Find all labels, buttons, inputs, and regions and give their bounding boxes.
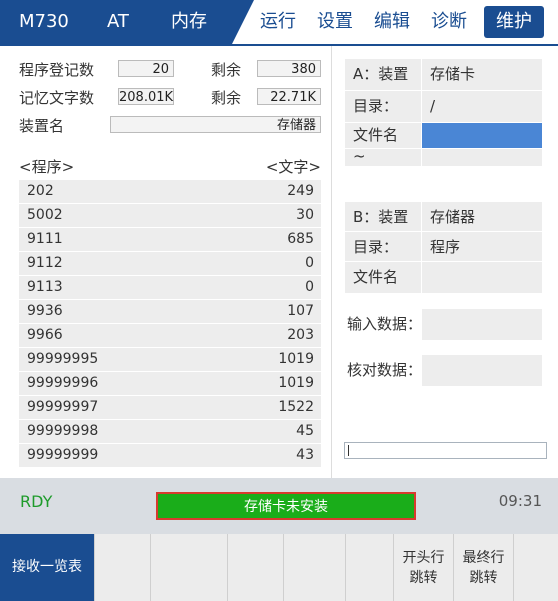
- panel-a-dir-value[interactable]: /: [422, 91, 542, 122]
- program-number: 99999995: [27, 351, 99, 367]
- menu-settings[interactable]: 设置: [317, 0, 353, 44]
- program-char-count: 43: [296, 447, 314, 463]
- program-list: 202 249 5002 30 9111 685 9112 0 9113 0 9936 107 9966…: [19, 180, 321, 468]
- softkey-jump-end[interactable]: 最终行 跳转: [454, 534, 514, 601]
- char-count-value: 208.01K: [118, 88, 174, 105]
- softkey-empty-2[interactable]: [151, 534, 228, 601]
- command-input[interactable]: [344, 442, 547, 459]
- panel-b-dir-value[interactable]: 程序: [422, 232, 542, 261]
- softkey-jump-head-line2: 跳转: [409, 570, 438, 586]
- program-char-count: 1522: [278, 399, 314, 415]
- mode-indicator: AT: [107, 11, 129, 32]
- char-remain-value: 22.71K: [257, 88, 321, 105]
- program-number: 99999997: [27, 399, 99, 415]
- program-number: 9112: [27, 255, 63, 271]
- panel-a-file-value-end[interactable]: [422, 149, 542, 166]
- prog-count-label: 程序登记数: [19, 61, 95, 79]
- program-char-count: 0: [305, 279, 314, 295]
- menu-edit[interactable]: 编辑: [374, 0, 410, 44]
- softkey-empty-1[interactable]: [95, 534, 151, 601]
- char-remain-label: 剩余: [211, 89, 242, 107]
- menu-maintenance[interactable]: 维护: [484, 6, 544, 38]
- softkey-bar: 接收一览表 开头行 跳转 最终行 跳转: [0, 534, 558, 601]
- main-content: 程序登记数 20 剩余 380 记忆文字数 208.01K 剩余 22.71K …: [0, 46, 558, 478]
- program-char-count: 107: [287, 303, 314, 319]
- program-row[interactable]: 99999999 43: [19, 444, 321, 467]
- program-number: 9966: [27, 327, 63, 343]
- menu-run[interactable]: 运行: [260, 0, 296, 44]
- program-row[interactable]: 9112 0: [19, 252, 321, 275]
- program-char-count: 30: [296, 207, 314, 223]
- cnc-screen: M730 AT 内存 运行 设置 编辑 诊断 维护 程序登记数 20 剩余 38…: [0, 0, 558, 601]
- program-char-count: 685: [287, 231, 314, 247]
- panel-a-file-label: 文件名: [345, 123, 421, 148]
- col-program: <程序>: [19, 158, 75, 176]
- panel-a-device-label: A：装置: [345, 59, 421, 90]
- program-number: 5002: [27, 207, 63, 223]
- program-row[interactable]: 9113 0: [19, 276, 321, 299]
- input-data-label: 输入数据：: [339, 309, 422, 340]
- softkey-jump-head-line1: 开头行: [402, 550, 445, 566]
- panel-b-dir-label: 目录：: [345, 232, 421, 261]
- panel-b-file-value[interactable]: [422, 262, 542, 293]
- program-number: 99999996: [27, 375, 99, 391]
- program-char-count: 203: [287, 327, 314, 343]
- verify-data-value[interactable]: [422, 355, 542, 386]
- softkey-jump-end-line2: 跳转: [469, 570, 498, 586]
- program-number: 99999998: [27, 423, 99, 439]
- prog-remain-label: 剩余: [211, 61, 242, 79]
- memory-indicator: 内存: [171, 11, 207, 32]
- softkey-empty-6[interactable]: [514, 534, 558, 601]
- col-chars: <文字>: [265, 158, 321, 176]
- program-number: 9111: [27, 231, 63, 247]
- softkey-jump-end-line1: 最终行: [462, 550, 505, 566]
- panel-a-tilde: ~: [345, 149, 421, 166]
- panel-b-device-value[interactable]: 存储器: [422, 202, 542, 231]
- program-row[interactable]: 9936 107: [19, 300, 321, 323]
- program-row[interactable]: 99999996 1019: [19, 372, 321, 395]
- softkey-jump-head[interactable]: 开头行 跳转: [394, 534, 454, 601]
- program-list-header: <程序> <文字>: [19, 156, 321, 178]
- program-char-count: 249: [287, 183, 314, 199]
- panel-a-file-value-selected[interactable]: [422, 123, 542, 148]
- program-row[interactable]: 5002 30: [19, 204, 321, 227]
- panel-a-dir-label: 目录：: [345, 91, 421, 122]
- verify-data-label: 核对数据：: [339, 355, 422, 386]
- program-number: 202: [27, 183, 54, 199]
- program-row[interactable]: 99999998 45: [19, 420, 321, 443]
- prog-count-value: 20: [118, 60, 174, 77]
- clock: 09:31: [498, 492, 542, 510]
- program-char-count: 0: [305, 255, 314, 271]
- program-number: 99999999: [27, 447, 99, 463]
- device-name-label: 装置名: [19, 117, 65, 135]
- panel-b-device-label: B：装置: [345, 202, 421, 231]
- program-row[interactable]: 202 249: [19, 180, 321, 203]
- char-count-label: 记忆文字数: [19, 89, 95, 107]
- prog-remain-value: 380: [257, 60, 321, 77]
- header-bar: M730 AT 内存 运行 设置 编辑 诊断 维护: [0, 0, 558, 44]
- softkey-empty-4[interactable]: [284, 534, 346, 601]
- program-char-count: 1019: [278, 375, 314, 391]
- softkey-empty-3[interactable]: [228, 534, 284, 601]
- device-name-value: 存储器: [110, 116, 321, 133]
- program-char-count: 45: [296, 423, 314, 439]
- ready-indicator: RDY: [20, 492, 53, 511]
- softkey-receive-list[interactable]: 接收一览表: [0, 534, 95, 601]
- panel-b-file-label: 文件名: [345, 262, 421, 293]
- text-caret: [348, 445, 349, 456]
- program-number: 9113: [27, 279, 63, 295]
- status-bar: RDY 存储卡未安装 09:31: [0, 478, 558, 534]
- program-row[interactable]: 99999997 1522: [19, 396, 321, 419]
- program-row[interactable]: 9966 203: [19, 324, 321, 347]
- panel-a-device-value[interactable]: 存储卡: [422, 59, 542, 90]
- program-row[interactable]: 9111 685: [19, 228, 321, 251]
- softkey-empty-5[interactable]: [346, 534, 394, 601]
- menu-diagnosis[interactable]: 诊断: [431, 0, 467, 44]
- program-number: 9936: [27, 303, 63, 319]
- program-row[interactable]: 99999995 1019: [19, 348, 321, 371]
- machine-name: M730: [19, 11, 69, 32]
- alarm-message: 存储卡未安装: [156, 492, 416, 520]
- program-char-count: 1019: [278, 351, 314, 367]
- input-data-value[interactable]: [422, 309, 542, 340]
